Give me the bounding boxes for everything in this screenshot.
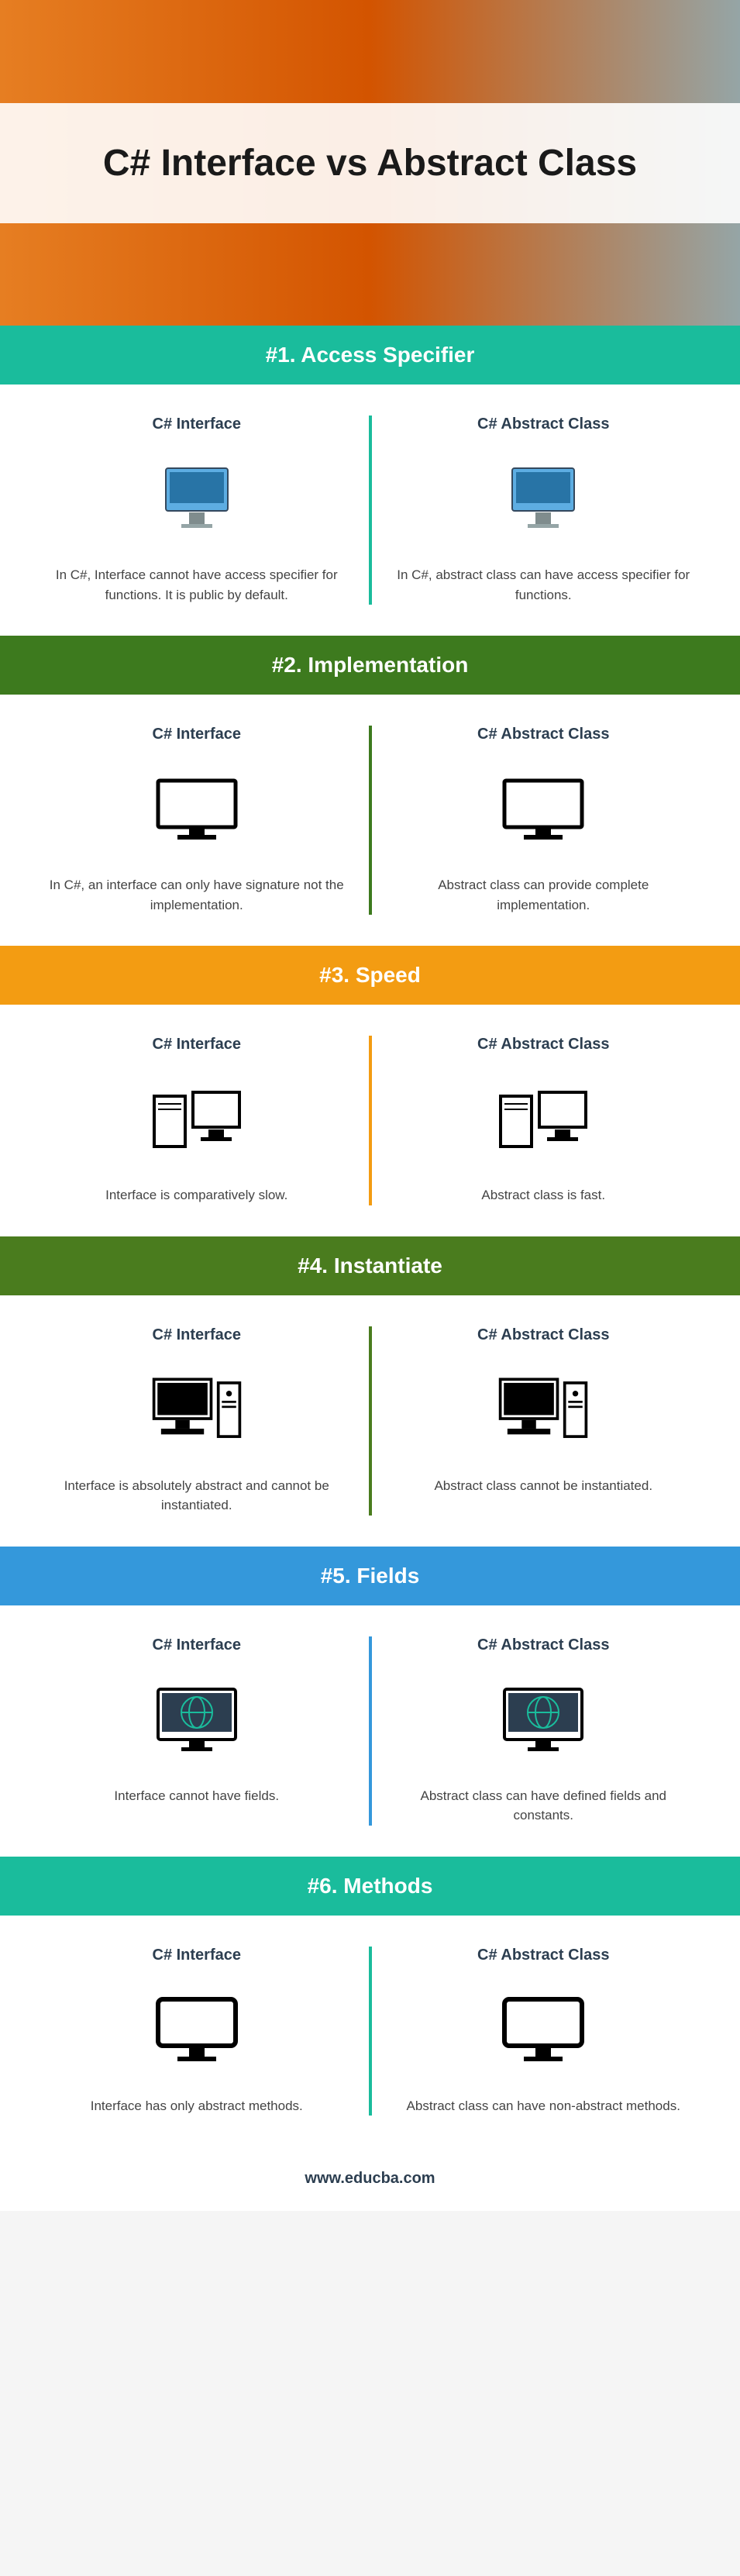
comparison-5: C# Interface Interface cannot have field… <box>0 1605 740 1857</box>
section-header-4: #4. Instantiate <box>0 1236 740 1295</box>
section-header-3: #3. Speed <box>0 946 740 1005</box>
servers-icon <box>497 1081 590 1158</box>
comparison-3: C# Interface Interface is comparatively … <box>0 1005 740 1236</box>
globe-monitor-icon <box>150 1681 243 1759</box>
monitor-icon <box>150 771 243 848</box>
col-title-right: C# Abstract Class <box>394 1636 694 1654</box>
col-title-left: C# Interface <box>46 1036 347 1054</box>
comparison-2: C# Interface In C#, an interface can onl… <box>0 695 740 946</box>
col-right: C# Abstract Class Abstract class can hav… <box>370 1636 718 1826</box>
divider <box>369 1636 372 1826</box>
col-text-right: Abstract class is fast. <box>394 1185 694 1205</box>
col-right: C# Abstract Class In C#, abstract class … <box>370 416 718 605</box>
col-text-right: Abstract class can have defined fields a… <box>394 1786 694 1826</box>
footer-url: www.educba.com <box>0 2147 740 2211</box>
servers-icon <box>150 1081 243 1158</box>
col-title-left: C# Interface <box>46 1326 347 1344</box>
col-right: C# Abstract Class Abstract class can hav… <box>370 1947 718 2116</box>
infographic-container: C# Interface vs Abstract Class #1. Acces… <box>0 0 740 2211</box>
col-left: C# Interface Interface has only abstract… <box>23 1947 370 2116</box>
col-text-left: In C#, Interface cannot have access spec… <box>46 565 347 605</box>
col-left: C# Interface In C#, Interface cannot hav… <box>23 416 370 605</box>
page-title: C# Interface vs Abstract Class <box>31 142 709 184</box>
col-text-right: In C#, abstract class can have access sp… <box>394 565 694 605</box>
monitor-icon <box>497 1991 590 2069</box>
col-right: C# Abstract Class Abstract class is fast… <box>370 1036 718 1205</box>
col-title-right: C# Abstract Class <box>394 416 694 433</box>
col-title-left: C# Interface <box>46 1636 347 1654</box>
comparison-4: C# Interface Interface is absolutely abs… <box>0 1295 740 1547</box>
col-left: C# Interface Interface is comparatively … <box>23 1036 370 1205</box>
col-text-right: Abstract class cannot be instantiated. <box>394 1476 694 1496</box>
col-title-left: C# Interface <box>46 416 347 433</box>
section-header-2: #2. Implementation <box>0 636 740 695</box>
col-title-left: C# Interface <box>46 726 347 743</box>
col-left: C# Interface In C#, an interface can onl… <box>23 726 370 915</box>
col-text-right: Abstract class can provide complete impl… <box>394 875 694 915</box>
col-text-right: Abstract class can have non-abstract met… <box>394 2096 694 2116</box>
section-header-5: #5. Fields <box>0 1547 740 1605</box>
divider <box>369 1947 372 2116</box>
col-text-left: Interface is absolutely abstract and can… <box>46 1476 347 1516</box>
globe-monitor-icon <box>497 1681 590 1759</box>
section-header-6: #6. Methods <box>0 1857 740 1916</box>
col-title-right: C# Abstract Class <box>394 1036 694 1054</box>
comparison-1: C# Interface In C#, Interface cannot hav… <box>0 385 740 636</box>
hero-section: C# Interface vs Abstract Class <box>0 0 740 326</box>
col-left: C# Interface Interface cannot have field… <box>23 1636 370 1826</box>
desktop-icon <box>150 1371 243 1449</box>
section-header-1: #1. Access Specifier <box>0 326 740 385</box>
desktop-icon <box>497 1371 590 1449</box>
divider <box>369 726 372 915</box>
hero-banner: C# Interface vs Abstract Class <box>0 103 740 223</box>
col-title-right: C# Abstract Class <box>394 1947 694 1964</box>
col-text-left: Interface has only abstract methods. <box>46 2096 347 2116</box>
col-text-left: Interface is comparatively slow. <box>46 1185 347 1205</box>
comparison-6: C# Interface Interface has only abstract… <box>0 1916 740 2147</box>
imac-icon <box>150 460 243 538</box>
col-text-left: In C#, an interface can only have signat… <box>46 875 347 915</box>
monitor-icon <box>150 1991 243 2069</box>
col-title-left: C# Interface <box>46 1947 347 1964</box>
divider <box>369 416 372 605</box>
imac-icon <box>497 460 590 538</box>
col-right: C# Abstract Class Abstract class cannot … <box>370 1326 718 1516</box>
col-right: C# Abstract Class Abstract class can pro… <box>370 726 718 915</box>
monitor-icon <box>497 771 590 848</box>
col-title-right: C# Abstract Class <box>394 726 694 743</box>
divider <box>369 1036 372 1205</box>
col-text-left: Interface cannot have fields. <box>46 1786 347 1806</box>
col-left: C# Interface Interface is absolutely abs… <box>23 1326 370 1516</box>
divider <box>369 1326 372 1516</box>
col-title-right: C# Abstract Class <box>394 1326 694 1344</box>
